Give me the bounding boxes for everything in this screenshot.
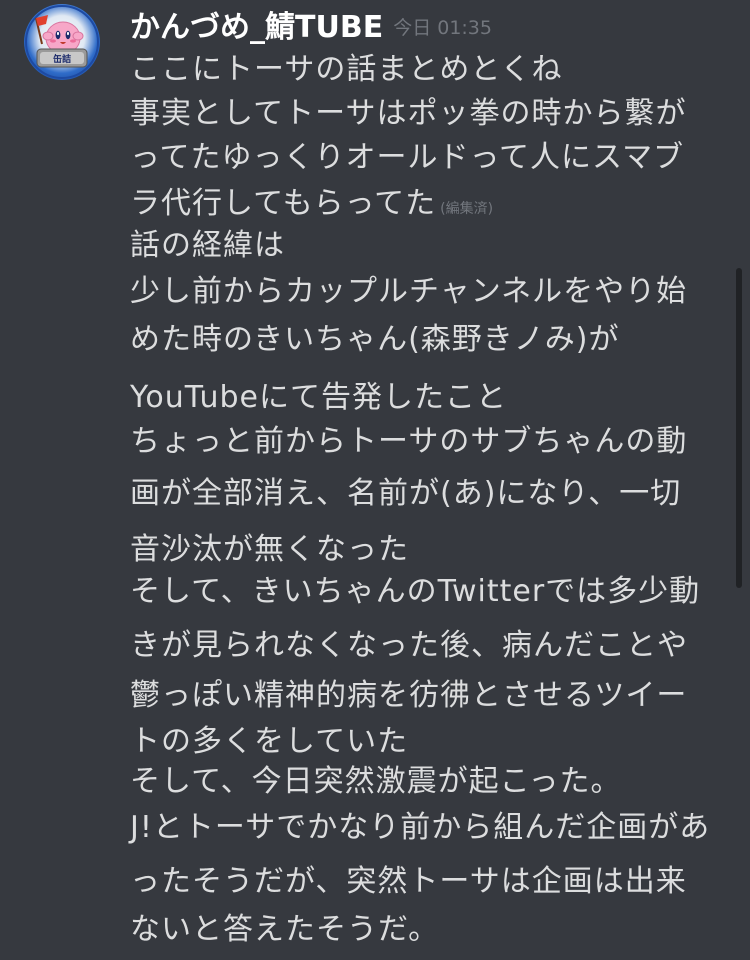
svg-text:缶詰: 缶詰 <box>53 53 71 65</box>
message-line: トの多くをしていた <box>130 724 409 759</box>
edited-label: (編集済) <box>440 201 494 217</box>
message-line: きが見られなくなった後、病んだことや <box>130 628 688 663</box>
message-line: 話の経緯は <box>130 228 285 263</box>
chat-message: 缶詰 かんづめ_鯖TUBE 今日 01:35 ここにトーサの話まとめとくね 事実と… <box>0 0 750 960</box>
message-line: YouTubeにて告発したこと <box>130 380 507 415</box>
message-line: J!とトーサでかなり前から組んだ企画があ <box>130 810 711 845</box>
message-header: かんづめ_鯖TUBE 今日 01:35 <box>130 6 492 50</box>
message-line: ちょっと前からトーサのサブちゃんの動 <box>130 424 688 459</box>
message-line: ってたゆっくりオールドって人にスマブ <box>130 140 685 175</box>
message-line: ったそうだが、突然トーサは企画は出来 <box>130 864 687 899</box>
message-line: ここにトーサの話まとめとくね <box>130 52 563 87</box>
timestamp[interactable]: 今日 01:35 <box>393 6 492 50</box>
message-line: 音沙汰が無くなった <box>130 532 409 567</box>
user-avatar[interactable]: 缶詰 <box>24 4 100 80</box>
message-line: そして、きいちゃんのTwitterでは多少動 <box>130 574 701 609</box>
message-line: そして、今日突然激震が起こった。 <box>130 764 622 799</box>
message-line: ないと答えたそうだ。 <box>130 912 440 947</box>
scrollbar-thumb[interactable] <box>736 268 742 588</box>
message-line: 少し前からカップルチャンネルをやり始 <box>130 274 688 309</box>
message-line: めた時のきいちゃん(森野きノみ)が <box>130 322 620 357</box>
username[interactable]: かんづめ_鯖TUBE <box>130 6 383 50</box>
message-line: 画が全部消え、名前が(あ)になり、一切 <box>130 476 682 511</box>
message-line-text: ラ代行してもらってた <box>130 186 437 221</box>
message-line: 鬱っぽい精神的病を彷彿とさせるツイー <box>130 678 688 713</box>
message-line: 事実としてトーサはポッ拳の時から繋が <box>130 96 687 131</box>
pink-character-avatar-icon: 缶詰 <box>25 5 99 79</box>
